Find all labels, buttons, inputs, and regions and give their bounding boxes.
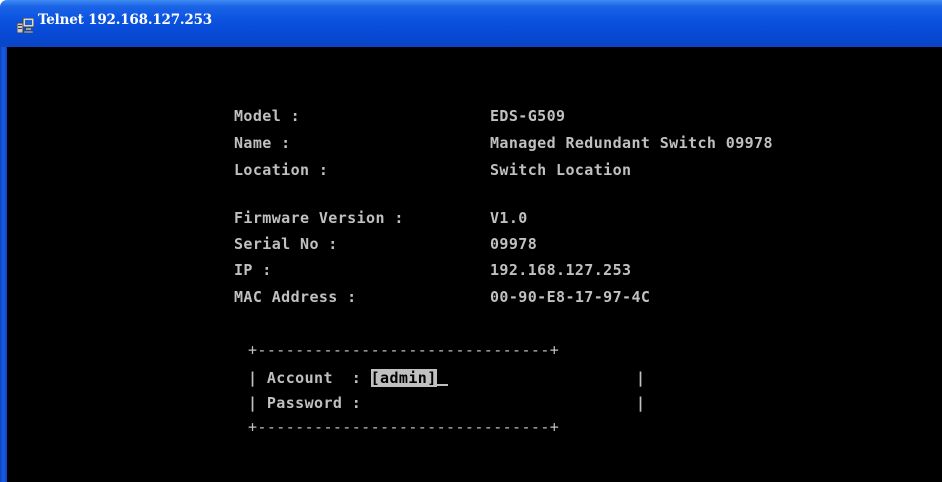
serial-value: 09978 bbox=[490, 235, 538, 253]
text-cursor bbox=[436, 384, 448, 386]
firmware-label: Firmware Version : bbox=[234, 209, 404, 227]
window-title: Telnet 192.168.127.253 bbox=[38, 12, 212, 28]
location-label: Location : bbox=[234, 161, 329, 179]
name-value: Managed Redundant Switch 09978 bbox=[490, 134, 773, 152]
account-input[interactable]: [admin] bbox=[370, 369, 437, 387]
firmware-value: V1.0 bbox=[490, 209, 528, 227]
mac-value: 00-90-E8-17-97-4C bbox=[490, 288, 651, 306]
computer-terminal-icon bbox=[17, 18, 34, 33]
ip-label: IP : bbox=[234, 261, 272, 279]
account-label: | Account : bbox=[248, 369, 371, 387]
location-value: Switch Location bbox=[490, 161, 632, 179]
account-row-end: | bbox=[636, 369, 646, 387]
model-label: Model : bbox=[234, 107, 301, 125]
serial-label: Serial No : bbox=[234, 235, 338, 253]
name-label: Name : bbox=[234, 134, 291, 152]
login-box-bottom-border: +-------------------------------+ bbox=[248, 418, 560, 436]
title-bar[interactable]: Telnet 192.168.127.253 bbox=[0, 0, 942, 47]
password-row[interactable]: | Password : bbox=[248, 393, 361, 413]
login-box-top-border: +-------------------------------+ bbox=[248, 341, 560, 359]
password-row-end: | bbox=[636, 394, 646, 412]
account-row[interactable]: | Account : [admin] bbox=[248, 368, 448, 388]
mac-label: MAC Address : bbox=[234, 288, 357, 306]
password-label: | Password : bbox=[248, 394, 362, 412]
window-left-border bbox=[0, 47, 7, 482]
ip-value: 192.168.127.253 bbox=[490, 261, 632, 279]
model-value: EDS-G509 bbox=[490, 107, 566, 125]
telnet-window: Telnet 192.168.127.253 Model : EDS-G509 … bbox=[0, 0, 942, 482]
